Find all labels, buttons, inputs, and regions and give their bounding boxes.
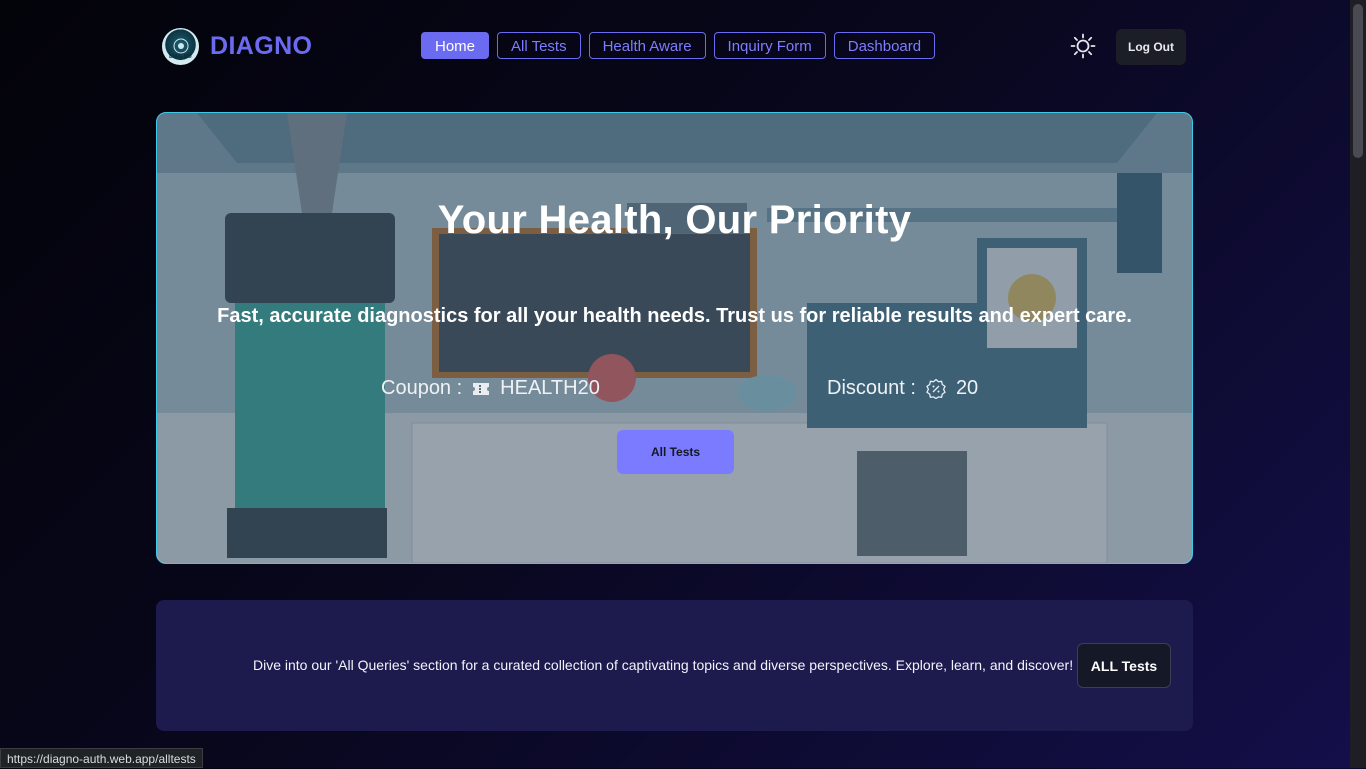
nav-inquiry-form[interactable]: Inquiry Form [713,32,826,59]
sun-icon [1070,33,1096,59]
brand-logo[interactable]: DIAG.NO DIAGNO [162,28,312,65]
logo-badge-text: DIAG.NO [169,54,192,60]
discount-value: 20 [955,377,979,399]
nav-all-tests[interactable]: All Tests [497,32,581,59]
nav-health-aware[interactable]: Health Aware [588,32,706,59]
logout-button[interactable]: Log Out [1116,29,1186,65]
scrollbar-thumb[interactable] [1353,4,1363,158]
nav-dashboard[interactable]: Dashboard [833,32,936,59]
hero-title: Your Health, Our Priority [437,198,912,242]
coupon-code: HEALTH20 [500,377,600,399]
coupon-label: Coupon : [381,377,463,399]
brand-name: DIAGNO [210,32,313,60]
main-nav: Home All Tests Health Aware Inquiry Form… [421,32,936,59]
discount-info: Discount : 20 [827,377,978,400]
discount-label: Discount : [827,377,916,399]
coupon-info: Coupon : HEALTH20 [381,377,600,400]
queries-banner: Dive into our 'All Queries' section for … [156,600,1193,731]
ticket-icon [473,382,490,395]
hero-overlay [157,113,1192,563]
banner-all-tests-button[interactable]: ALL Tests [1077,643,1171,688]
logo-badge-icon: DIAG.NO [162,28,199,65]
hero-section: Your Health, Our Priority Fast, accurate… [156,112,1193,564]
badge-percent-icon [926,378,946,399]
page-scrollbar[interactable] [1350,0,1366,768]
hero-subtitle: Fast, accurate diagnostics for all your … [217,305,1132,327]
banner-text: Dive into our 'All Queries' section for … [253,657,1074,673]
status-bar-url: https://diagno-auth.web.app/alltests [0,748,203,768]
site-header: DIAG.NO DIAGNO Home All Tests Health Awa… [0,0,1350,94]
nav-home[interactable]: Home [421,32,490,59]
theme-toggle-button[interactable] [1070,33,1096,59]
all-tests-button[interactable]: All Tests [617,430,734,474]
